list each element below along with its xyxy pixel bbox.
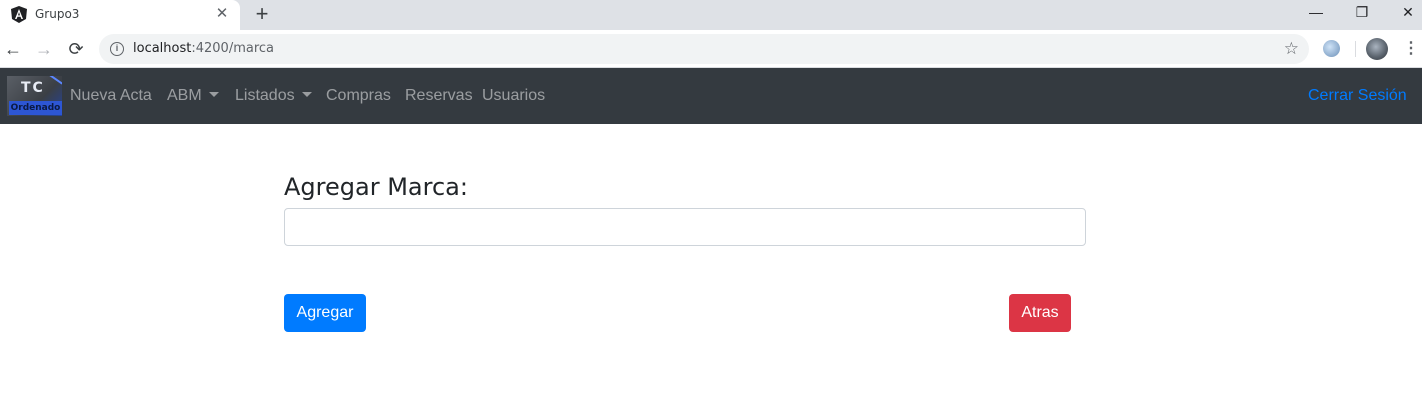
brand-logo-top-text: TC bbox=[21, 80, 45, 96]
tab-close-icon[interactable]: ✕ bbox=[214, 6, 230, 22]
browser-toolbar: ← → ⟳ i localhost:4200/marca ☆ bbox=[0, 30, 1422, 68]
back-icon[interactable]: ← bbox=[2, 38, 24, 60]
bookmark-star-icon[interactable]: ☆ bbox=[1284, 39, 1299, 59]
form-title: Agregar Marca: bbox=[284, 173, 468, 201]
address-bar[interactable]: i localhost:4200/marca ☆ bbox=[99, 34, 1309, 64]
add-button[interactable]: Agregar bbox=[284, 294, 366, 332]
extension-icon[interactable] bbox=[1323, 40, 1340, 57]
nav-link-reservas[interactable]: Reservas bbox=[405, 87, 473, 105]
url-host: localhost bbox=[133, 41, 192, 56]
nav-link-label: Reservas bbox=[405, 87, 473, 104]
nav-link-compras[interactable]: Compras bbox=[326, 87, 391, 105]
nav-link-label: Nueva Acta bbox=[70, 87, 152, 104]
nav-link-label: ABM bbox=[167, 87, 202, 104]
nav-link-nueva-acta[interactable]: Nueva Acta bbox=[70, 87, 152, 105]
back-button[interactable]: Atras bbox=[1009, 294, 1071, 332]
url-text: localhost:4200/marca bbox=[133, 41, 274, 56]
caret-down-icon bbox=[301, 92, 312, 97]
browser-tab-strip: Grupo3 ✕ + — ❐ ✕ bbox=[0, 0, 1422, 30]
nav-dropdown-abm[interactable]: ABM bbox=[167, 87, 219, 105]
browser-menu-icon[interactable]: ⋮ bbox=[1403, 39, 1419, 59]
profile-avatar[interactable] bbox=[1366, 38, 1388, 60]
angular-icon bbox=[11, 6, 27, 23]
logout-link[interactable]: Cerrar Sesión bbox=[1308, 87, 1407, 105]
nav-link-label: Usuarios bbox=[482, 87, 546, 104]
forward-icon[interactable]: → bbox=[33, 38, 55, 60]
brand-logo[interactable]: TC Ordenado bbox=[7, 76, 62, 116]
app-navbar: TC Ordenado Nueva Acta ABM Listados Comp… bbox=[0, 68, 1422, 124]
nav-link-usuarios[interactable]: Usuarios bbox=[482, 87, 545, 105]
caret-down-icon bbox=[208, 92, 219, 97]
toolbar-divider bbox=[1355, 41, 1356, 57]
url-path: :4200/marca bbox=[191, 41, 275, 56]
nav-dropdown-listados[interactable]: Listados bbox=[235, 87, 312, 105]
brand-name-input[interactable] bbox=[284, 208, 1086, 246]
reload-icon[interactable]: ⟳ bbox=[65, 38, 87, 60]
nav-link-label: Compras bbox=[326, 87, 391, 104]
minimize-icon[interactable]: — bbox=[1304, 3, 1328, 23]
tab-title: Grupo3 bbox=[35, 7, 80, 21]
new-tab-icon[interactable]: + bbox=[252, 3, 272, 25]
browser-tab[interactable]: Grupo3 ✕ bbox=[0, 0, 240, 30]
nav-link-label: Listados bbox=[235, 87, 295, 104]
close-window-icon[interactable]: ✕ bbox=[1396, 3, 1420, 23]
restore-icon[interactable]: ❐ bbox=[1350, 3, 1374, 23]
info-icon[interactable]: i bbox=[110, 42, 124, 56]
brand-logo-stripe bbox=[45, 76, 62, 85]
brand-logo-bottom-text: Ordenado bbox=[9, 101, 62, 115]
